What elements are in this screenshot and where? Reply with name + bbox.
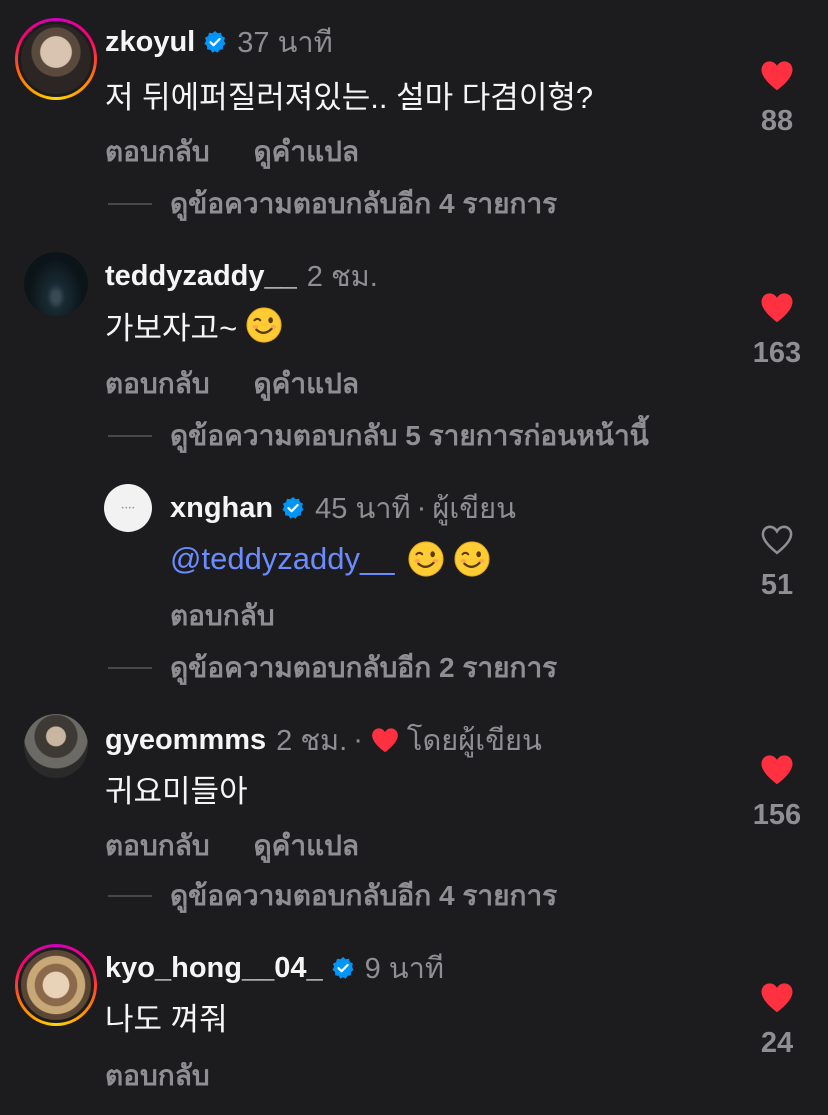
timestamp: 2 ชม. — [276, 725, 348, 757]
reply-button[interactable]: ตอบกลับ — [105, 1060, 210, 1091]
avatar-logo-icon: •••• — [120, 504, 136, 512]
comment-actions: ตอบกลับ ดูคำแปล — [105, 130, 395, 174]
divider-line — [108, 895, 152, 897]
comment-header: zkoyul 37 นาที — [105, 22, 333, 62]
comment-header: teddyzaddy__ 2 ชม. — [105, 256, 378, 296]
heart-filled-icon[interactable] — [760, 982, 794, 1013]
view-replies-label: ดูข้อความตอบกลับ 5 รายการก่อนหน้านี้ — [170, 420, 649, 451]
author-liked-heart-icon — [371, 727, 399, 753]
like-count: 88 — [760, 105, 794, 137]
view-replies-label: ดูข้อความตอบกลับอีก 4 รายการ — [170, 880, 558, 911]
comment-text: 나도 껴줘 — [105, 1001, 228, 1037]
view-replies-button[interactable]: ดูข้อความตอบกลับอีก 2 รายการ — [108, 648, 557, 688]
comment-text-content: 가보자고~ — [105, 310, 238, 346]
heart-filled-icon[interactable] — [760, 754, 794, 785]
comment-gyeommms: gyeommms 2 ชม. · โดยผู้เขียน 귀요미들아 ตอบกล… — [0, 700, 828, 936]
liked-by-author-label: โดยผู้เขียน — [406, 725, 542, 757]
comment-text: @teddyzaddy__ — [170, 536, 491, 582]
comment-text: 저 뒤에퍼질러져있는.. 설마 다겸이형? — [105, 79, 594, 115]
comment-header: gyeommms 2 ชม. · โดยผู้เขียน — [105, 720, 542, 760]
avatar[interactable] — [24, 714, 88, 778]
like-count: 51 — [760, 569, 794, 601]
like-count: 163 — [752, 337, 802, 369]
view-previous-replies-button[interactable]: ดูข้อความตอบกลับ 5 รายการก่อนหน้านี้ — [108, 416, 649, 456]
verified-badge-icon — [331, 956, 355, 980]
view-replies-label: ดูข้อความตอบกลับอีก 4 รายการ — [170, 188, 558, 219]
comment-actions: ตอบกลับ — [105, 1054, 246, 1098]
wink-emoji-icon — [453, 540, 491, 578]
divider-line — [108, 435, 152, 437]
username[interactable]: xnghan — [170, 492, 273, 525]
comment-kyo-hong: kyo_hong__04_ 9 นาที 나도 껴줘 ตอบกลับ 24 — [0, 936, 828, 1115]
see-translation-button[interactable]: ดูคำแปล — [253, 136, 359, 167]
see-translation-button[interactable]: ดูคำแปล — [253, 830, 359, 861]
like-control: 163 — [746, 292, 808, 370]
comment-zkoyul: zkoyul 37 นาที 저 뒤에퍼질러져있는.. 설마 다겸이형? ตอบ… — [0, 0, 828, 240]
divider-line — [108, 203, 152, 205]
divider-line — [108, 667, 152, 669]
comment-header: kyo_hong__04_ 9 นาที — [105, 948, 444, 988]
reply-button[interactable]: ตอบกลับ — [105, 368, 210, 399]
heart-filled-icon[interactable] — [760, 292, 794, 323]
username[interactable]: zkoyul — [105, 26, 195, 59]
timestamp: 37 นาที — [237, 27, 333, 59]
wink-emoji-icon — [245, 306, 283, 344]
comment-text: 귀요미들아 — [105, 773, 248, 809]
username[interactable]: teddyzaddy__ — [105, 260, 297, 293]
like-control: 51 — [746, 524, 808, 602]
reply-button[interactable]: ตอบกลับ — [105, 136, 210, 167]
avatar[interactable] — [24, 252, 88, 316]
view-replies-button[interactable]: ดูข้อความตอบกลับอีก 4 รายการ — [108, 184, 557, 224]
timestamp: 9 นาที — [364, 953, 445, 985]
wink-emoji-icon — [407, 540, 445, 578]
comment-actions: ตอบกลับ ดูคำแปล — [105, 362, 395, 406]
comment-header: xnghan 45 นาที · ผู้เขียน — [170, 488, 516, 528]
avatar[interactable] — [15, 18, 97, 100]
avatar[interactable] — [15, 944, 97, 1026]
comment-actions: ตอบกลับ — [170, 594, 311, 638]
comment-teddyzaddy: teddyzaddy__ 2 ชม. 가보자고~ ตอบกลับ ดูคำแปล… — [0, 240, 828, 470]
reply-button[interactable]: ตอบกลับ — [105, 830, 210, 861]
comment-text: 가보자고~ — [105, 302, 283, 348]
like-control: 156 — [746, 754, 808, 832]
comment-actions: ตอบกลับ ดูคำแปล — [105, 824, 395, 868]
separator: · — [416, 491, 427, 524]
author-label: ผู้เขียน — [432, 493, 516, 525]
mention-link[interactable]: @teddyzaddy__ — [170, 541, 395, 577]
like-control: 88 — [746, 60, 808, 138]
like-count: 24 — [760, 1027, 794, 1059]
username[interactable]: gyeommms — [105, 724, 266, 757]
heart-filled-icon[interactable] — [760, 60, 794, 91]
reply-button[interactable]: ตอบกลับ — [170, 600, 275, 631]
verified-badge-icon — [203, 30, 227, 54]
separator: · — [353, 723, 363, 756]
see-translation-button[interactable]: ดูคำแปล — [253, 368, 359, 399]
view-replies-button[interactable]: ดูข้อความตอบกลับอีก 4 รายการ — [108, 876, 557, 916]
view-replies-label: ดูข้อความตอบกลับอีก 2 รายการ — [170, 652, 558, 683]
like-control: 24 — [746, 982, 808, 1060]
avatar[interactable]: •••• — [104, 484, 152, 532]
like-count: 156 — [752, 799, 802, 831]
username[interactable]: kyo_hong__04_ — [105, 952, 323, 985]
reply-xnghan: •••• xnghan 45 นาที · ผู้เขียน @teddyzad… — [0, 470, 828, 700]
timestamp: 45 นาที — [315, 493, 411, 525]
timestamp: 2 ชม. — [306, 261, 378, 293]
verified-badge-icon — [281, 496, 305, 520]
heart-outline-icon[interactable] — [760, 524, 794, 555]
